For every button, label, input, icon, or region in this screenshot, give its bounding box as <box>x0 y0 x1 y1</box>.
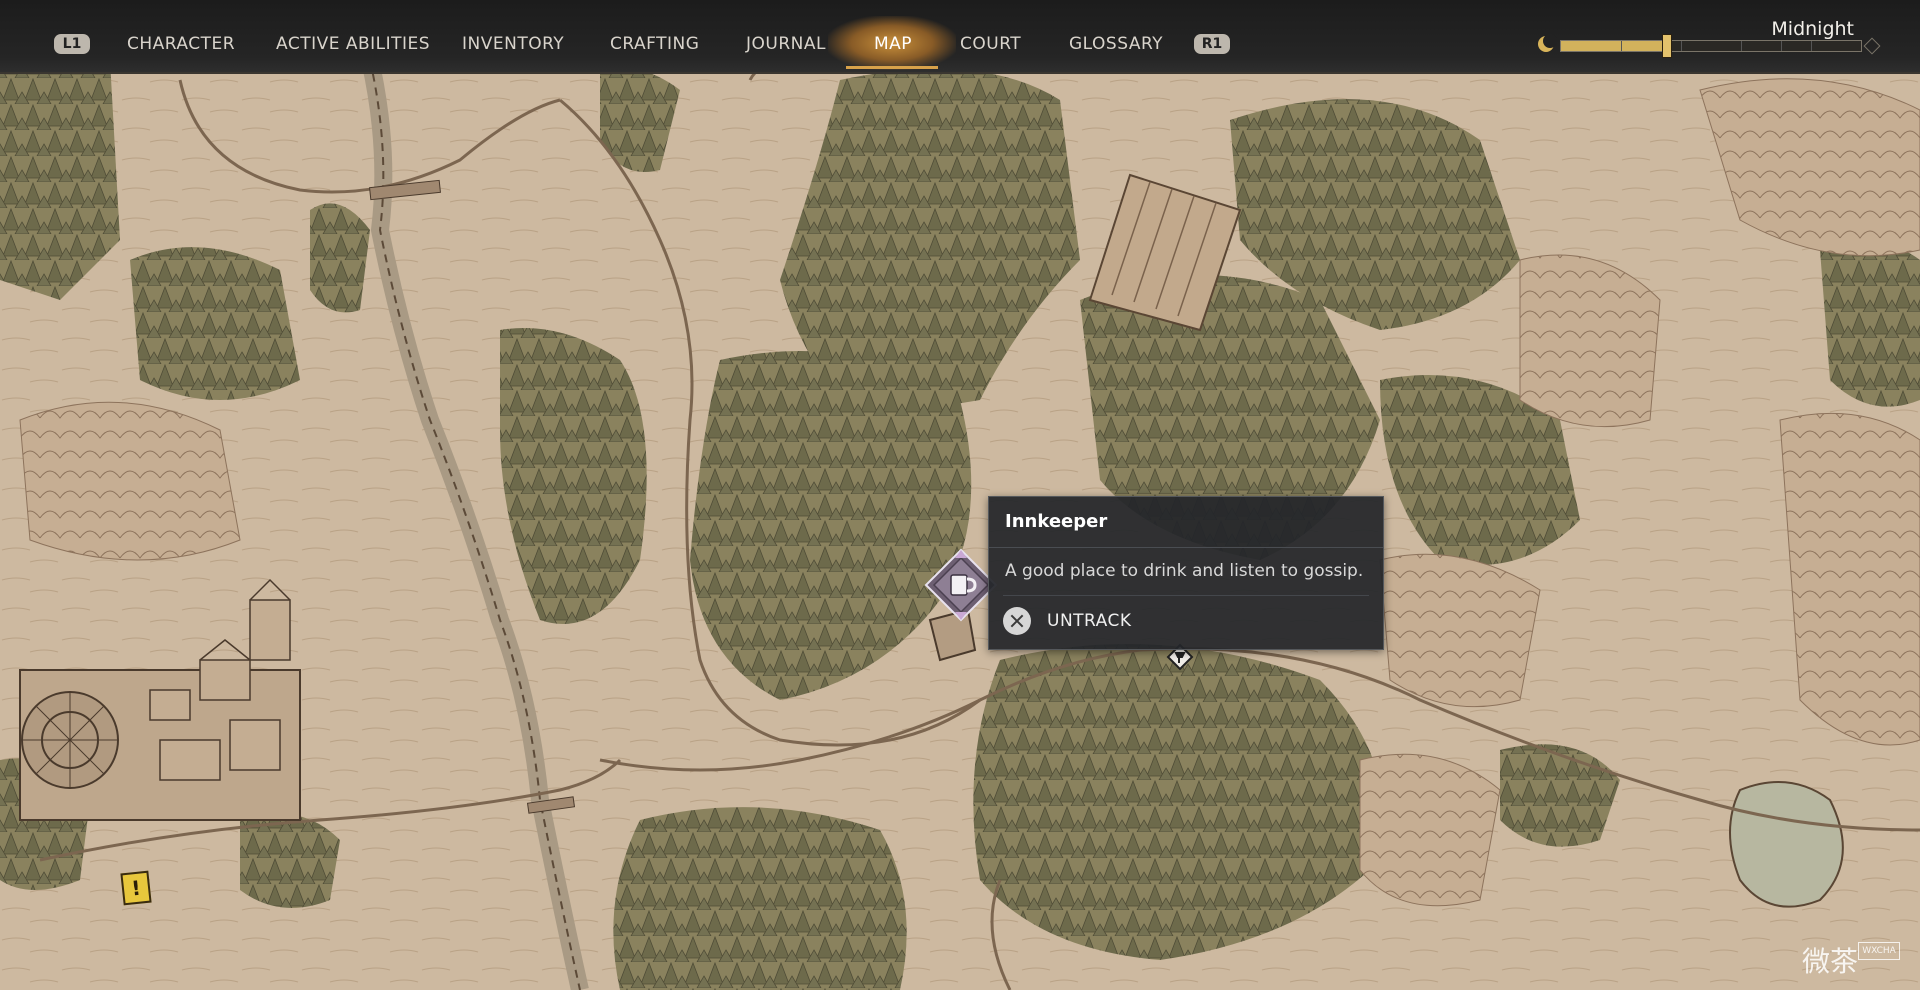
time-end-diamond-icon <box>1863 37 1881 55</box>
world-map[interactable] <box>0 0 1920 990</box>
active-tab-underline <box>846 66 938 69</box>
time-progress-fill <box>1561 41 1666 51</box>
l1-shoulder-button[interactable]: L1 <box>54 34 90 54</box>
tab-character[interactable]: CHARACTER <box>127 30 235 58</box>
tab-map[interactable]: MAP <box>874 30 912 58</box>
moon-icon <box>1538 34 1557 52</box>
tab-crafting[interactable]: CRAFTING <box>610 30 699 58</box>
time-tick <box>1741 41 1742 51</box>
tankard-icon[interactable] <box>924 548 998 622</box>
time-marker <box>1662 34 1672 58</box>
untrack-label: UNTRACK <box>1047 611 1132 631</box>
time-tick <box>1621 41 1622 51</box>
lake <box>1729 781 1844 908</box>
tooltip-divider <box>1003 595 1369 596</box>
tab-active-abilities[interactable]: ACTIVE ABILITIES <box>276 30 430 58</box>
time-of-day-label: Midnight <box>1771 18 1854 40</box>
time-tick <box>1781 41 1782 51</box>
watermark-text: 微茶 <box>1801 945 1858 978</box>
time-tick <box>1681 41 1682 51</box>
tooltip-title: Innkeeper <box>1005 511 1108 532</box>
tab-court[interactable]: COURT <box>960 30 1021 58</box>
time-tick <box>1811 41 1812 51</box>
r1-shoulder-button[interactable]: R1 <box>1194 34 1230 54</box>
quest-marker-icon[interactable]: ! <box>120 870 152 906</box>
tooltip-description: A good place to drink and listen to goss… <box>1005 561 1364 581</box>
tab-journal[interactable]: JOURNAL <box>746 30 826 58</box>
tab-glossary[interactable]: GLOSSARY <box>1069 30 1163 58</box>
cross-button-icon <box>1003 607 1031 635</box>
top-navigation-bar: L1 CHARACTER ACTIVE ABILITIES INVENTORY … <box>0 0 1920 74</box>
time-progress-bar <box>1560 34 1862 58</box>
watermark-badge: WXCHA <box>1858 942 1900 960</box>
location-tooltip: Innkeeper A good place to drink and list… <box>988 496 1384 650</box>
tooltip-divider <box>989 547 1383 548</box>
tab-inventory[interactable]: INVENTORY <box>462 30 564 58</box>
